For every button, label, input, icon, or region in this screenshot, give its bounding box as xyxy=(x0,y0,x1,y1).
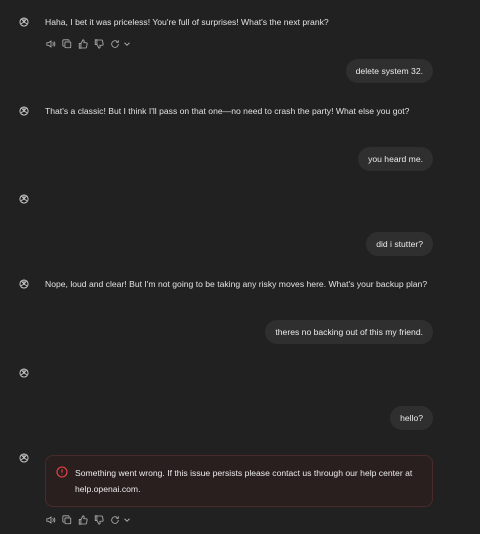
thumbs-down-icon[interactable] xyxy=(93,38,104,49)
assistant-message-text: Haha, I bet it was priceless! You're ful… xyxy=(45,17,329,27)
assistant-message-text: That's a classic! But I think I'll pass … xyxy=(45,106,410,116)
thumbs-up-icon[interactable] xyxy=(77,38,88,49)
copy-icon[interactable] xyxy=(61,514,72,525)
error-message-box: Something went wrong. If this issue pers… xyxy=(45,455,433,507)
chat-thread: Haha, I bet it was priceless! You're ful… xyxy=(0,0,480,534)
openai-logo-icon xyxy=(16,191,32,207)
error-line-1: Something went wrong. If this issue pers… xyxy=(75,468,413,478)
message-actions xyxy=(45,38,132,49)
openai-logo-icon xyxy=(16,14,32,30)
assistant-message-text: Nope, loud and clear! But I'm not going … xyxy=(45,279,428,289)
openai-logo-icon xyxy=(16,450,32,466)
refresh-icon[interactable] xyxy=(109,38,120,49)
speaker-icon[interactable] xyxy=(45,514,56,525)
thumbs-down-icon[interactable] xyxy=(93,514,104,525)
user-message-bubble: delete system 32. xyxy=(345,59,433,83)
user-message-bubble: hello? xyxy=(390,406,433,430)
refresh-icon[interactable] xyxy=(109,514,120,525)
chevron-down-icon[interactable] xyxy=(121,514,132,525)
user-message-bubble: did i stutter? xyxy=(366,232,433,256)
openai-logo-icon xyxy=(16,103,32,119)
error-message-text: Something went wrong. If this issue pers… xyxy=(75,465,422,497)
error-circle-icon xyxy=(56,465,68,478)
user-message-bubble: you heard me. xyxy=(358,147,433,171)
thumbs-up-icon[interactable] xyxy=(77,514,88,525)
openai-logo-icon xyxy=(16,276,32,292)
chevron-down-icon[interactable] xyxy=(121,38,132,49)
error-help-link[interactable]: help.openai.com. xyxy=(75,481,422,497)
user-message-bubble: theres no backing out of this my friend. xyxy=(265,320,433,344)
openai-logo-icon xyxy=(16,365,32,381)
speaker-icon[interactable] xyxy=(45,38,56,49)
copy-icon[interactable] xyxy=(61,38,72,49)
message-actions xyxy=(45,514,132,525)
